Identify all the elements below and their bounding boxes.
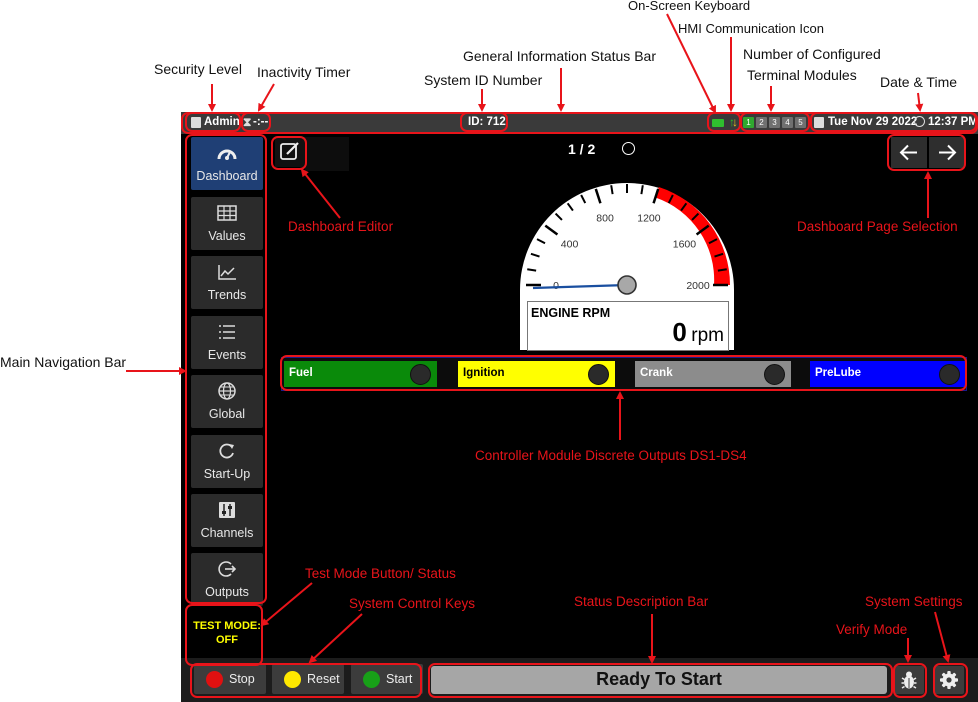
gauge-scale-label: 1600 bbox=[673, 238, 697, 250]
highlight-status-description bbox=[428, 663, 893, 698]
label-inactivity-timer: Inactivity Timer bbox=[257, 64, 351, 80]
label-hmi-comm-icon: HMI Communication Icon bbox=[678, 21, 824, 36]
highlight-test-mode bbox=[185, 604, 263, 666]
gauge-scale-label: 2000 bbox=[686, 280, 710, 292]
gauge-tick bbox=[527, 268, 537, 272]
hmi-screen: Admin ⧗ -:-- ID: 712 ↑↓ 1 2 3 4 5 Tue No… bbox=[181, 112, 978, 702]
gauge-scale-label: 1200 bbox=[637, 212, 661, 224]
label-on-screen-keyboard: On-Screen Keyboard bbox=[628, 0, 751, 13]
gauge-unit: rpm bbox=[691, 325, 724, 346]
label-general-info-bar: General Information Status Bar bbox=[463, 48, 656, 64]
gauge-tick bbox=[610, 185, 614, 195]
gauge-readout-panel: ENGINE RPM 0 rpm bbox=[527, 301, 729, 351]
gauge-tick bbox=[640, 185, 644, 195]
label-test-mode-button: Test Mode Button/ Status bbox=[305, 566, 456, 581]
highlight-dashboard-editor bbox=[271, 136, 307, 170]
highlight-terminal-modules bbox=[740, 112, 810, 132]
gauge-value-group: 0 rpm bbox=[672, 317, 724, 348]
highlight-main-nav bbox=[185, 134, 267, 604]
label-system-id-number: System ID Number bbox=[424, 72, 543, 88]
label-dashboard-editor: Dashboard Editor bbox=[288, 219, 394, 234]
page-indicator: 1 / 2 bbox=[568, 141, 596, 157]
highlight-control-keys bbox=[190, 663, 422, 698]
label-main-nav-bar: Main Navigation Bar bbox=[0, 354, 127, 370]
gauge-scale-label: 0 bbox=[553, 280, 559, 292]
label-system-settings: System Settings bbox=[865, 594, 963, 609]
highlight-date-time bbox=[810, 112, 977, 132]
label-status-description-bar: Status Description Bar bbox=[574, 594, 709, 609]
label-date-time: Date & Time bbox=[880, 74, 958, 90]
gauge-hub bbox=[617, 275, 637, 295]
gauge-value: 0 bbox=[672, 317, 687, 347]
label-page-selection: Dashboard Page Selection bbox=[797, 219, 958, 234]
gauge-scale-label: 400 bbox=[561, 238, 579, 250]
highlight-verify-mode bbox=[893, 663, 927, 698]
highlight-system-settings bbox=[933, 663, 968, 698]
gauge-tick bbox=[717, 268, 727, 272]
highlight-outputs bbox=[280, 355, 967, 391]
gauge-scale-label: 800 bbox=[596, 212, 614, 224]
gauge-title: ENGINE RPM bbox=[531, 306, 611, 320]
label-system-control-keys: System Control Keys bbox=[349, 596, 476, 611]
label-controller-outputs: Controller Module Discrete Outputs DS1-D… bbox=[475, 448, 747, 463]
page-dot-icon bbox=[622, 142, 635, 155]
blank-panel bbox=[305, 137, 349, 171]
label-num-terminal-modules-2: Terminal Modules bbox=[747, 67, 857, 83]
label-num-terminal-modules-1: Number of Configured bbox=[743, 46, 881, 62]
label-security-level: Security Level bbox=[154, 61, 242, 77]
highlight-hmi-comm bbox=[707, 112, 741, 132]
label-verify-mode: Verify Mode bbox=[836, 622, 908, 637]
highlight-page-selection bbox=[887, 134, 966, 171]
